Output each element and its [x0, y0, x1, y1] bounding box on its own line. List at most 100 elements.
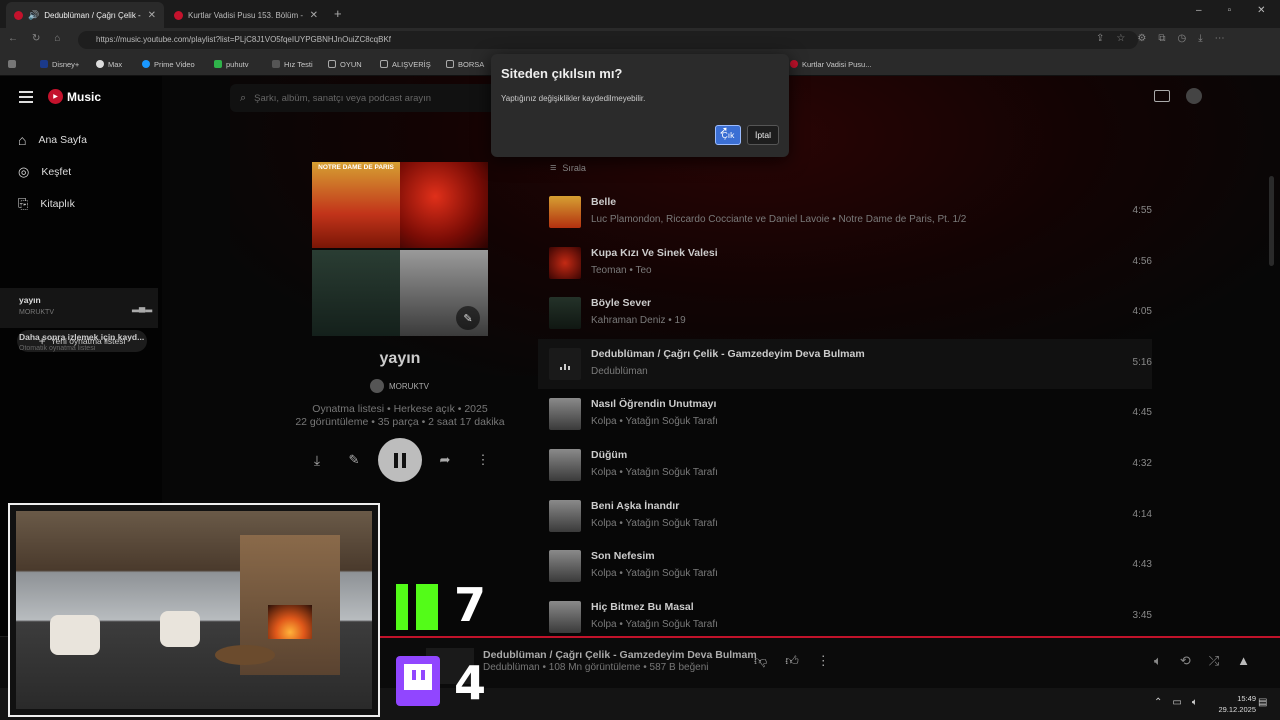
network-icon[interactable]: ▭	[1172, 697, 1181, 708]
minimize-icon[interactable]: –	[1196, 5, 1202, 16]
bookmark-folder-oyun[interactable]: OYUN	[328, 56, 362, 72]
back-icon[interactable]: ←	[8, 33, 18, 44]
scrollbar[interactable]	[1269, 176, 1274, 266]
track-row[interactable]: Kupa Kızı Ve Sinek Valesi Teoman • Teo 4…	[538, 238, 1152, 288]
app-logo[interactable]: ▶ Music	[48, 89, 101, 104]
folder-icon	[446, 60, 454, 68]
home-icon[interactable]: ⌂	[54, 33, 60, 44]
repeat-icon[interactable]: ⟲	[1180, 653, 1191, 669]
track-thumbnail	[549, 449, 581, 481]
library-item-active[interactable]: yayın MORUKTV ▂▄▂	[0, 288, 158, 328]
like-icon[interactable]: 👍︎	[785, 653, 799, 669]
history-icon[interactable]: ◷	[1177, 33, 1186, 44]
close-tab-icon[interactable]: ✕	[148, 10, 156, 21]
notification-icon[interactable]: ▤	[1258, 697, 1267, 708]
volume-icon[interactable]: 🔈︎	[1154, 653, 1162, 669]
dislike-icon[interactable]: 👎︎	[754, 653, 767, 669]
cast-icon[interactable]	[1154, 90, 1170, 102]
more-options-icon[interactable]: ⋮	[817, 653, 830, 669]
track-row[interactable]: Düğüm Kolpa • Yatağın Soğuk Tarafı 4:32	[538, 440, 1152, 490]
edit-icon[interactable]: ✎	[341, 447, 367, 473]
download-icon[interactable]: ⤓	[1198, 33, 1202, 44]
armchair-image	[160, 611, 200, 647]
playlist-owner[interactable]: MORUKTV	[370, 379, 429, 393]
track-row[interactable]: Hiç Bitmez Bu Masal Kolpa • Yatağın Soğu…	[538, 592, 1152, 642]
dialog-title: Siteden çıkılsın mı?	[501, 66, 623, 81]
share-icon[interactable]: ➦	[432, 447, 458, 473]
now-playing-bars-icon: ▂▄▂	[132, 302, 153, 312]
bookmark-folder-borsa[interactable]: BORSA	[446, 56, 484, 72]
track-row[interactable]: Beni Aşka İnandır Kolpa • Yatağın Soğuk …	[538, 491, 1152, 541]
sort-button[interactable]: ≡ Sırala	[550, 162, 586, 174]
nav-library[interactable]: ⎘ Kitaplık	[18, 196, 75, 212]
youtube-favicon-icon	[174, 10, 183, 20]
share-icon[interactable]: ⇪	[1096, 33, 1104, 44]
cover-notre-dame: NOTRE DAME DE PARIS	[312, 162, 400, 248]
track-thumbnail	[549, 398, 581, 430]
extensions-icon[interactable]: ⚙	[1137, 33, 1146, 44]
favorite-star-icon[interactable]: ☆	[1116, 33, 1125, 44]
player-title[interactable]: Dedublüman / Çağrı Çelik - Gamzedeyim De…	[483, 649, 757, 661]
search-icon: ⌕	[240, 91, 247, 104]
playlist-meta: Oynatma listesi • Herkese açık • 2025	[312, 403, 488, 415]
search-input[interactable]: ⌕ Şarkı, albüm, sanatçı veya podcast ara…	[230, 84, 520, 112]
bookmark-max[interactable]: Max	[96, 56, 122, 72]
stream-scene-overlay	[8, 503, 380, 717]
bookmark-folder-alisveris[interactable]: ALIŞVERİŞ	[380, 56, 431, 72]
pause-button[interactable]	[378, 438, 422, 482]
bookmark-disney[interactable]: Disney+	[40, 56, 79, 72]
settings-icon[interactable]: ⋯	[1215, 33, 1225, 44]
volume-icon[interactable]: 🔈︎	[1192, 697, 1198, 708]
bookmark-prime[interactable]: Prime Video	[142, 56, 195, 72]
shuffle-icon[interactable]: ⤮	[1209, 653, 1219, 669]
tray-chevron-icon[interactable]: ⌃	[1154, 697, 1162, 708]
clock[interactable]: 15:49 29.12.2025	[1206, 693, 1256, 715]
tab-inactive[interactable]: Kurtlar Vadisi Pusu 153. Bölüm - Y ✕	[166, 2, 326, 28]
nav-home[interactable]: ⌂ Ana Sayfa	[18, 132, 87, 148]
track-thumbnail	[549, 297, 581, 329]
mouse-cursor-icon: ➚	[719, 125, 729, 137]
download-icon[interactable]: ⤓	[304, 447, 330, 473]
avatar[interactable]	[1186, 88, 1202, 104]
close-window-icon[interactable]: ✕	[1257, 5, 1265, 16]
tab-title: Kurtlar Vadisi Pusu 153. Bölüm - Y	[188, 10, 305, 20]
player-subtitle: Dedublüman • 108 Mn görüntüleme • 587 B …	[483, 662, 709, 673]
progress-bar[interactable]	[300, 636, 1280, 638]
leave-site-dialog: Siteden çıkılsın mı? Yaptığınız değişikl…	[491, 54, 789, 157]
bookmark-puhutv[interactable]: puhutv	[214, 56, 249, 72]
now-playing-equalizer-icon	[549, 348, 581, 380]
track-row-playing[interactable]: Dedublüman / Çağrı Çelik - Gamzedeyim De…	[538, 339, 1152, 389]
bookmark-speedtest[interactable]: Hız Testi	[272, 56, 313, 72]
collections-icon[interactable]: ⧉	[1158, 33, 1165, 44]
speedtest-icon	[272, 60, 280, 68]
more-options-icon[interactable]: ⋮	[470, 447, 496, 473]
new-tab-icon[interactable]: +	[334, 6, 342, 21]
bookmark-icon: ⎘	[18, 196, 29, 211]
home-icon: ⌂	[18, 132, 27, 148]
youtube-music-favicon-icon	[14, 10, 23, 20]
track-row[interactable]: Nasıl Öğrendin Unutmayı Kolpa • Yatağın …	[538, 389, 1152, 439]
tab-active[interactable]: 🔊 Dedublüman / Çağrı Çelik - G ✕	[6, 2, 164, 28]
disney-icon	[40, 60, 48, 68]
speaker-icon[interactable]: 🔊	[28, 10, 39, 21]
library-item[interactable]: Daha sonra izlemek için kayd... Otomatik…	[19, 332, 154, 352]
track-row[interactable]: Son Nefesim Kolpa • Yatağın Soğuk Tarafı…	[538, 541, 1152, 591]
track-thumbnail	[549, 601, 581, 633]
maximize-icon[interactable]: ▫	[1228, 5, 1232, 16]
nav-explore[interactable]: ◎ Keşfet	[18, 164, 71, 180]
hamburger-menu-icon[interactable]	[19, 91, 33, 103]
track-row[interactable]: Böyle Sever Kahraman Deniz • 19 4:05	[538, 288, 1152, 338]
playlist-cover: NOTRE DAME DE PARIS ✎	[312, 162, 488, 336]
bookmark-kurtlar-vadisi[interactable]: Kurtlar Vadisi Pusu...	[790, 56, 871, 72]
expand-player-icon[interactable]: ▲	[1237, 653, 1250, 669]
address-bar[interactable]: https://music.youtube.com/playlist?list=…	[78, 31, 1138, 49]
playlist-stats: 22 görüntüleme • 35 parça • 2 saat 17 da…	[295, 416, 505, 428]
track-row[interactable]: Belle Luc Plamondon, Riccardo Cocciante …	[538, 187, 1152, 237]
kick-viewer-count: 7	[454, 578, 487, 632]
bookmarks-menu-icon[interactable]	[8, 56, 16, 72]
reload-icon[interactable]: ↻	[32, 33, 40, 44]
track-thumbnail	[549, 247, 581, 279]
edit-cover-icon[interactable]: ✎	[456, 306, 480, 330]
cancel-button[interactable]: İptal	[747, 125, 779, 145]
close-tab-icon[interactable]: ✕	[310, 10, 318, 21]
